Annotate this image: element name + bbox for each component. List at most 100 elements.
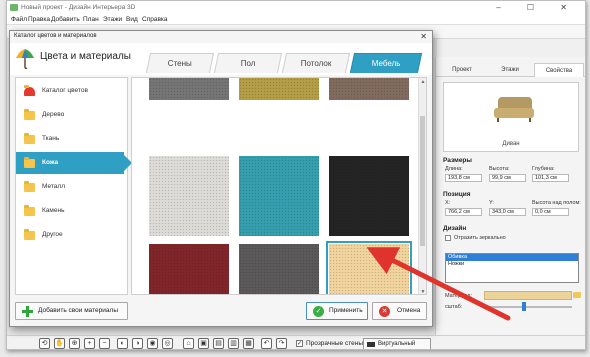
sidebar-item-6[interactable]: Другое [16,224,129,246]
check-icon: ✓ [313,306,324,317]
tab-project[interactable]: Проект [438,63,486,77]
material-swatch-tile[interactable] [149,244,229,294]
height-field[interactable]: 99,9 см [489,174,526,182]
scale-slider[interactable] [484,306,572,308]
menu-plan[interactable]: План [83,16,99,23]
material-swatch-tile[interactable] [149,156,229,236]
tab-properties[interactable]: Свойства [534,63,584,77]
height-label: Высота: [489,166,510,172]
sidebar-item-label: Ткань [42,135,60,142]
close-icon[interactable]: ✕ [420,32,427,41]
sidebar-item-label: Камень [42,207,65,214]
list-item-upholstery[interactable]: Обивка [446,254,578,261]
dialog-title: Каталог цветов и материалов [14,33,97,39]
menu-floors[interactable]: Этажи [103,16,122,23]
add-materials-button[interactable]: Добавить свои материалы [15,302,128,320]
tab-walls[interactable]: Стены [145,53,215,73]
zoom-icon[interactable]: ⊕ [69,338,80,349]
material-swatch-tile[interactable] [329,78,409,100]
view-side-icon[interactable]: ▦ [243,338,254,349]
bottom-toolbar: ⟲ ✋ ⊕ + − ◐ ◑ ◉ ◎ ⌂ ▣ ▤ ▥ ▦ ↶ ↷ ✓ Прозра… [7,335,585,349]
virtual-visit-label: Виртуальный визит [378,341,416,347]
material-swatch-tile[interactable] [239,244,319,294]
hand-icon[interactable]: ✋ [54,338,65,349]
tab-floors[interactable]: Этажи [486,63,534,77]
properties-panel: Проект Этажи Свойства Диван Размеры Длин… [435,57,585,335]
sidebar-item-0[interactable]: Каталог цветов [16,80,129,102]
window-controls[interactable]: – ☐ ✕ [496,3,579,12]
mirror-label: Отразить зеркально [454,235,506,241]
material-swatch-tile[interactable] [239,156,319,236]
sidebar-item-3[interactable]: Кожа [16,152,132,174]
sidebar-item-2[interactable]: Ткань [16,128,129,150]
x-field[interactable]: 766,2 см [445,208,482,216]
view-top-icon[interactable]: ▤ [213,338,224,349]
menu-file[interactable]: Файл [11,16,27,23]
folder-icon [24,181,35,192]
y-label: Y: [489,200,494,206]
y-field[interactable]: 343,0 см [489,208,526,216]
gallery-scrollbar[interactable]: ▲ ▼ [418,78,426,294]
add-materials-label: Добавить свои материалы [38,307,118,314]
material-swatch-tile[interactable] [326,241,412,294]
transparent-walls-checkbox[interactable]: ✓ [296,340,303,347]
swatch-gallery: ▲ ▼ [131,77,427,295]
dialog-header: Цвета и материалы Стены Пол Потолок Мебе… [10,43,432,75]
tab-ceiling[interactable]: Потолок [281,53,351,73]
scale-slider-thumb[interactable] [522,302,526,311]
tab-furniture[interactable]: Мебель [349,53,423,73]
scroll-thumb[interactable] [420,116,425,246]
length-field[interactable]: 193,8 см [445,174,482,182]
list-item-legs[interactable]: Ножки [446,261,578,268]
scale-label: сштаб: [445,304,463,310]
apply-button[interactable]: ✓ Применить [306,302,368,320]
mirror-checkbox[interactable] [445,235,451,241]
material-swatch-tile[interactable] [239,78,319,100]
virtual-visit-button[interactable]: Виртуальный визит [363,338,431,349]
depth-field[interactable]: 101,3 см [532,174,569,182]
rotate-icon[interactable]: ⟲ [39,338,50,349]
sidebar-item-4[interactable]: Металл [16,176,129,198]
sidebar-item-1[interactable]: Дерево [16,104,129,126]
preview-label: Диван [502,141,520,147]
elevation-field[interactable]: 0,0 см [532,208,569,216]
material-swatch-tile[interactable] [149,78,229,100]
parts-list[interactable]: Обивка Ножки [445,253,579,283]
home-icon[interactable]: ⌂ [183,338,194,349]
folder-icon[interactable] [573,292,581,298]
material-swatch-tile[interactable] [329,156,409,236]
sidebar-item-5[interactable]: Камень [16,200,129,222]
tab-floor[interactable]: Пол [213,53,283,73]
zoom-out-icon[interactable]: − [99,338,110,349]
menu-edit[interactable]: Правка [28,16,50,23]
cancel-button[interactable]: ✕ Отмена [372,302,427,320]
material-label: Материал: [445,293,473,299]
sidebar-item-label: Другое [42,231,63,238]
material-swatch[interactable] [484,291,572,300]
look-icon[interactable]: ◎ [162,338,173,349]
scroll-down-icon[interactable]: ▼ [420,289,426,294]
scroll-up-icon[interactable]: ▲ [420,79,426,85]
orbit-icon[interactable]: ◐ [117,338,128,349]
category-list: Каталог цветов Дерево Ткань Кожа Металл Камен… [15,77,132,295]
x-label: X: [445,200,451,206]
sidebar-item-label: Кожа [42,159,59,166]
tab-ceiling-label: Потолок [300,59,332,68]
redo-icon[interactable]: ↷ [276,338,287,349]
view-front-icon[interactable]: ▥ [228,338,239,349]
umbrella-icon [24,85,35,96]
undo-icon[interactable]: ↶ [261,338,272,349]
sofa-icon [494,97,534,123]
menu-view[interactable]: Вид [126,16,138,23]
cancel-icon: ✕ [379,306,390,317]
tilt-icon[interactable]: ◑ [132,338,143,349]
menu-add[interactable]: Добавить [51,16,80,23]
eye-icon[interactable]: ◉ [147,338,158,349]
menu-help[interactable]: Справка [142,16,168,23]
camera-view-icon[interactable]: ▣ [198,338,209,349]
zoom-in-icon[interactable]: + [84,338,95,349]
folder-icon [24,229,35,240]
position-title: Позиция [443,191,471,198]
depth-label: Глубина: [532,166,555,172]
folder-icon [24,109,35,120]
